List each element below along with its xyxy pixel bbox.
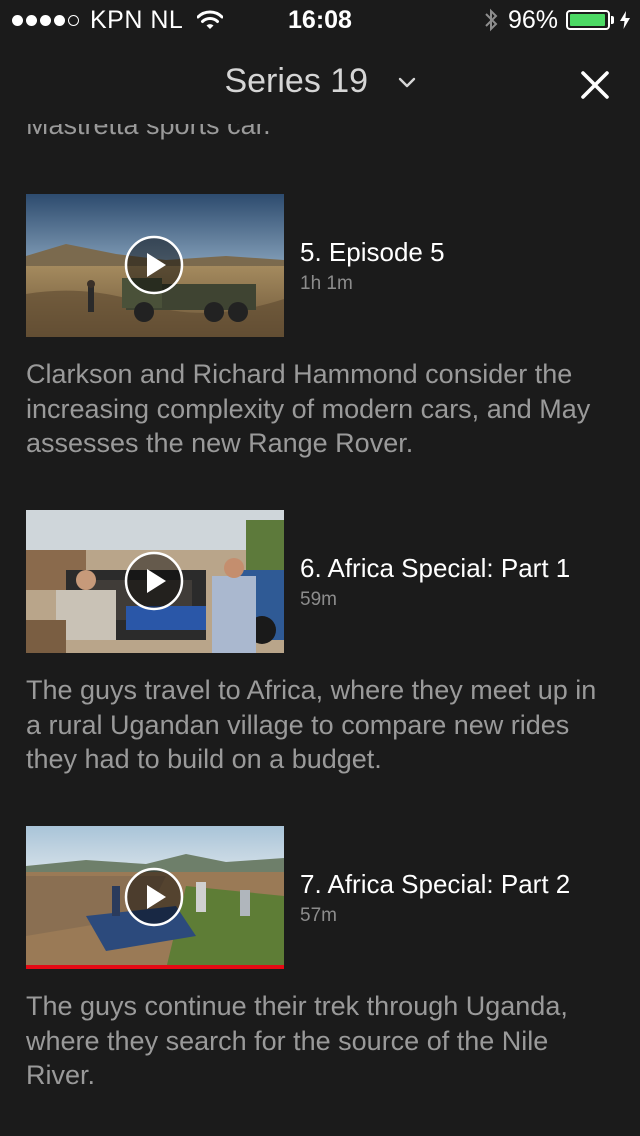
- series-title: Series 19: [224, 62, 369, 100]
- episode-description: The guys travel to Africa, where they me…: [26, 675, 597, 774]
- charging-bolt-icon: [620, 11, 630, 29]
- episode-description: The guys continue their trek through Uga…: [26, 991, 568, 1090]
- watch-progress-bar: [26, 965, 284, 969]
- play-icon[interactable]: [124, 235, 184, 295]
- status-bar: KPN NL 16:08 96%: [0, 0, 640, 40]
- battery-nub: [611, 16, 614, 24]
- header: Series 19: [0, 40, 640, 124]
- episode-list[interactable]: Mastretta sports car. 5. Episode 5 1h 1m…: [0, 96, 640, 1136]
- episode-thumbnail[interactable]: [26, 194, 284, 337]
- play-icon[interactable]: [124, 551, 184, 611]
- episode-thumbnail[interactable]: [26, 826, 284, 969]
- close-button[interactable]: [580, 70, 610, 100]
- episode-title[interactable]: 5. Episode 5: [300, 237, 445, 268]
- episode-duration: 57m: [300, 905, 337, 926]
- episode-duration: 59m: [300, 589, 337, 610]
- episode-title[interactable]: 7. Africa Special: Part 2: [300, 869, 570, 900]
- bluetooth-icon: [485, 8, 498, 32]
- episode-duration: 1h 1m: [300, 273, 353, 294]
- battery-icon: [566, 10, 610, 30]
- chevron-down-icon: [398, 77, 415, 88]
- episode-title[interactable]: 6. Africa Special: Part 1: [300, 553, 570, 584]
- series-selector[interactable]: Series 19: [0, 62, 640, 101]
- episode-thumbnail[interactable]: [26, 510, 284, 653]
- close-icon: [581, 71, 609, 99]
- episode-description: Clarkson and Richard Hammond consider th…: [26, 359, 591, 458]
- battery-percent: 96%: [507, 5, 558, 34]
- play-icon[interactable]: [124, 867, 184, 927]
- status-right: 96%: [484, 6, 630, 34]
- battery-level: [570, 14, 605, 26]
